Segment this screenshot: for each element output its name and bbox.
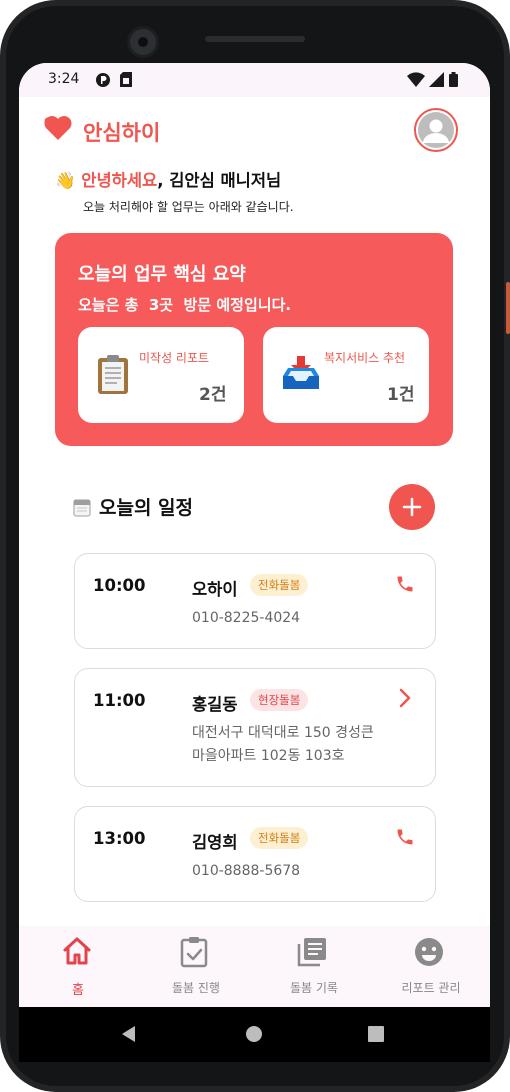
schedule-item[interactable]: 10:00 오하이 전화돌봄 010-8225-4024 <box>74 553 436 649</box>
front-camera <box>127 26 159 58</box>
bottom-nav: 홈 돌봄 진행 돌봄 기록 리포트 관리 <box>19 926 490 1007</box>
nav-label: 돌봄 진행 <box>172 981 220 995</box>
care-type-badge: 현장돌봄 <box>250 689 309 711</box>
schedule-name: 홍길동 <box>192 695 238 714</box>
nav-item-care-progress[interactable]: 돌봄 진행 <box>137 926 255 1007</box>
smiley-icon <box>413 936 445 972</box>
signal-icon <box>429 72 444 91</box>
schedule-address-line2: 마을아파트 102동 103호 <box>192 748 345 764</box>
system-navigation-bar <box>19 1007 490 1062</box>
card-label: 복지서비스 추천 <box>324 351 406 365</box>
phone-icon[interactable] <box>395 827 415 851</box>
schedule-address-line1: 대전서구 대덕대로 150 경성큰 <box>192 725 374 741</box>
schedule-phone: 010-8225-4024 <box>192 610 301 626</box>
schedule-time: 13:00 <box>93 829 146 848</box>
summary-title: 오늘의 업무 핵심 요약 <box>78 264 246 285</box>
card-label: 미작성 리포트 <box>139 351 210 365</box>
schedule-name: 오하이 <box>192 580 238 599</box>
nav-label: 홈 <box>72 983 84 998</box>
unwritten-report-card[interactable]: 미작성 리포트 2건 <box>78 327 244 423</box>
logo-heart-icon <box>43 115 73 145</box>
status-time: 3:24 <box>48 71 80 87</box>
recents-icon[interactable] <box>367 1025 385 1047</box>
add-schedule-button[interactable] <box>389 484 435 530</box>
card-count: 2건 <box>199 385 227 405</box>
plus-icon <box>402 497 422 517</box>
library-books-icon <box>296 936 328 972</box>
phone-icon[interactable] <box>395 574 415 598</box>
earpiece-speaker <box>205 36 305 42</box>
schedule-name: 김영희 <box>192 833 238 852</box>
app-brand-title: 안심하이 <box>83 121 161 145</box>
card-count: 1건 <box>387 385 415 405</box>
nav-item-care-records[interactable]: 돌봄 기록 <box>255 926 373 1007</box>
sync-icon <box>95 72 111 92</box>
clipboard-icon <box>97 355 129 399</box>
nav-item-report-management[interactable]: 리포트 관리 <box>372 926 490 1007</box>
back-icon[interactable] <box>120 1025 138 1047</box>
clipboard-check-icon <box>178 936 210 972</box>
nav-label: 돌봄 기록 <box>290 981 338 995</box>
schedule-phone: 010-8888-5678 <box>192 863 301 879</box>
greeting-hello: 안녕하세요 <box>81 171 158 190</box>
welfare-recommend-card[interactable]: 복지서비스 추천 1건 <box>263 327 429 423</box>
inbox-tray-icon <box>281 354 321 398</box>
sim-card-icon <box>120 72 132 91</box>
care-type-badge: 전화돌봄 <box>250 574 309 596</box>
schedule-title: 오늘의 일정 <box>99 497 194 519</box>
profile-avatar-button[interactable] <box>414 108 458 152</box>
user-avatar-icon <box>418 112 454 148</box>
nav-item-home[interactable]: 홈 <box>19 926 137 1007</box>
calendar-icon <box>73 497 91 521</box>
schedule-time: 10:00 <box>93 576 146 595</box>
battery-icon <box>449 72 458 91</box>
nav-label: 리포트 관리 <box>401 981 461 995</box>
summary-subtitle: 오늘은 총 3곳 방문 예정입니다. <box>78 296 292 314</box>
status-bar: 3:24 <box>19 63 490 97</box>
app-screen: 3:24 안심하이 👋 안녕하세요, 김안심 매니저님 오늘 처리해야 할 업무… <box>19 63 490 1007</box>
greeting-name: , 김안심 매니저님 <box>157 171 282 190</box>
home-icon <box>61 936 93 970</box>
summary-panel: 오늘의 업무 핵심 요약 오늘은 총 3곳 방문 예정입니다. 미작성 리포트 … <box>55 233 453 446</box>
schedule-item[interactable]: 13:00 김영희 전화돌봄 010-8888-5678 <box>74 806 436 902</box>
chevron-right-icon[interactable] <box>397 687 413 713</box>
greeting-line: 👋 안녕하세요, 김안심 매니저님 <box>55 167 281 191</box>
waving-hand-icon: 👋 <box>55 171 76 190</box>
power-button <box>506 282 510 334</box>
greeting-subtitle: 오늘 처리해야 할 업무는 아래와 같습니다. <box>83 200 294 214</box>
care-type-badge: 전화돌봄 <box>250 827 309 849</box>
schedule-item[interactable]: 11:00 홍길동 현장돌봄 대전서구 대덕대로 150 경성큰 마을아파트 1… <box>74 668 436 787</box>
wifi-icon <box>407 72 425 91</box>
home-circle-icon[interactable] <box>245 1025 263 1047</box>
schedule-time: 11:00 <box>93 691 146 710</box>
